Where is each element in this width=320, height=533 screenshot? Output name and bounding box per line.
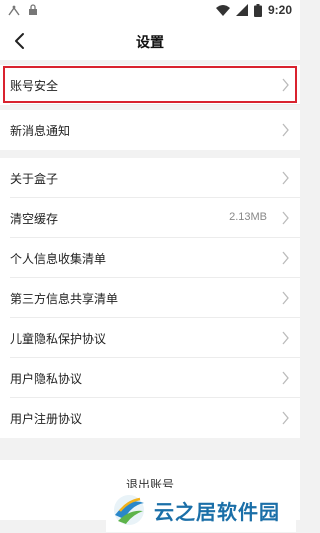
chevron-right-icon [282,291,289,305]
settings-item-user-agreement[interactable]: 用户注册协议 [0,398,300,438]
clock: 9:20 [267,3,292,17]
settings-item-notifications[interactable]: 新消息通知 [0,110,300,150]
page-title: 设置 [136,35,164,51]
chevron-right-icon [282,331,289,345]
settings-item-about[interactable]: 关于盒子 [0,158,300,198]
settings-item-label: 第三方信息共享清单 [10,292,119,306]
battery-icon [253,3,262,17]
settings-item-label: 清空缓存 [10,212,59,226]
cache-size: 2.13MB [229,211,267,223]
divider [10,104,300,105]
settings-item-label: 用户注册协议 [10,412,83,426]
chevron-right-icon [282,123,289,137]
settings-item-label: 儿童隐私保护协议 [10,332,107,346]
status-bar: 9:20 [0,0,300,22]
watermark-logo-icon [114,495,144,525]
settings-item-label: 个人信息收集清单 [10,252,107,266]
chevron-right-icon [282,251,289,265]
cellular-icon [235,4,248,16]
wifi-icon [215,5,230,16]
signal-icon [8,5,20,16]
watermark: 云之居软件园 [106,488,296,532]
settings-item-label: 关于盒子 [10,172,59,186]
chevron-right-icon [282,411,289,425]
chevron-right-icon [282,171,289,185]
highlight-box [3,66,297,103]
settings-item-child-privacy[interactable]: 儿童隐私保护协议 [0,318,300,358]
settings-item-personal-info-list[interactable]: 个人信息收集清单 [0,238,300,278]
settings-item-third-party-share[interactable]: 第三方信息共享清单 [0,278,300,318]
settings-item-label: 用户隐私协议 [10,372,83,386]
lock-icon [29,4,37,15]
chevron-right-icon [282,371,289,385]
settings-item-label: 新消息通知 [10,124,71,138]
nav-bar: 设置 [0,22,300,60]
settings-item-clear-cache[interactable]: 清空缓存 2.13MB [0,198,300,238]
settings-item-user-privacy[interactable]: 用户隐私协议 [0,358,300,398]
watermark-text: 云之居软件园 [154,499,280,524]
chevron-right-icon [282,211,289,225]
